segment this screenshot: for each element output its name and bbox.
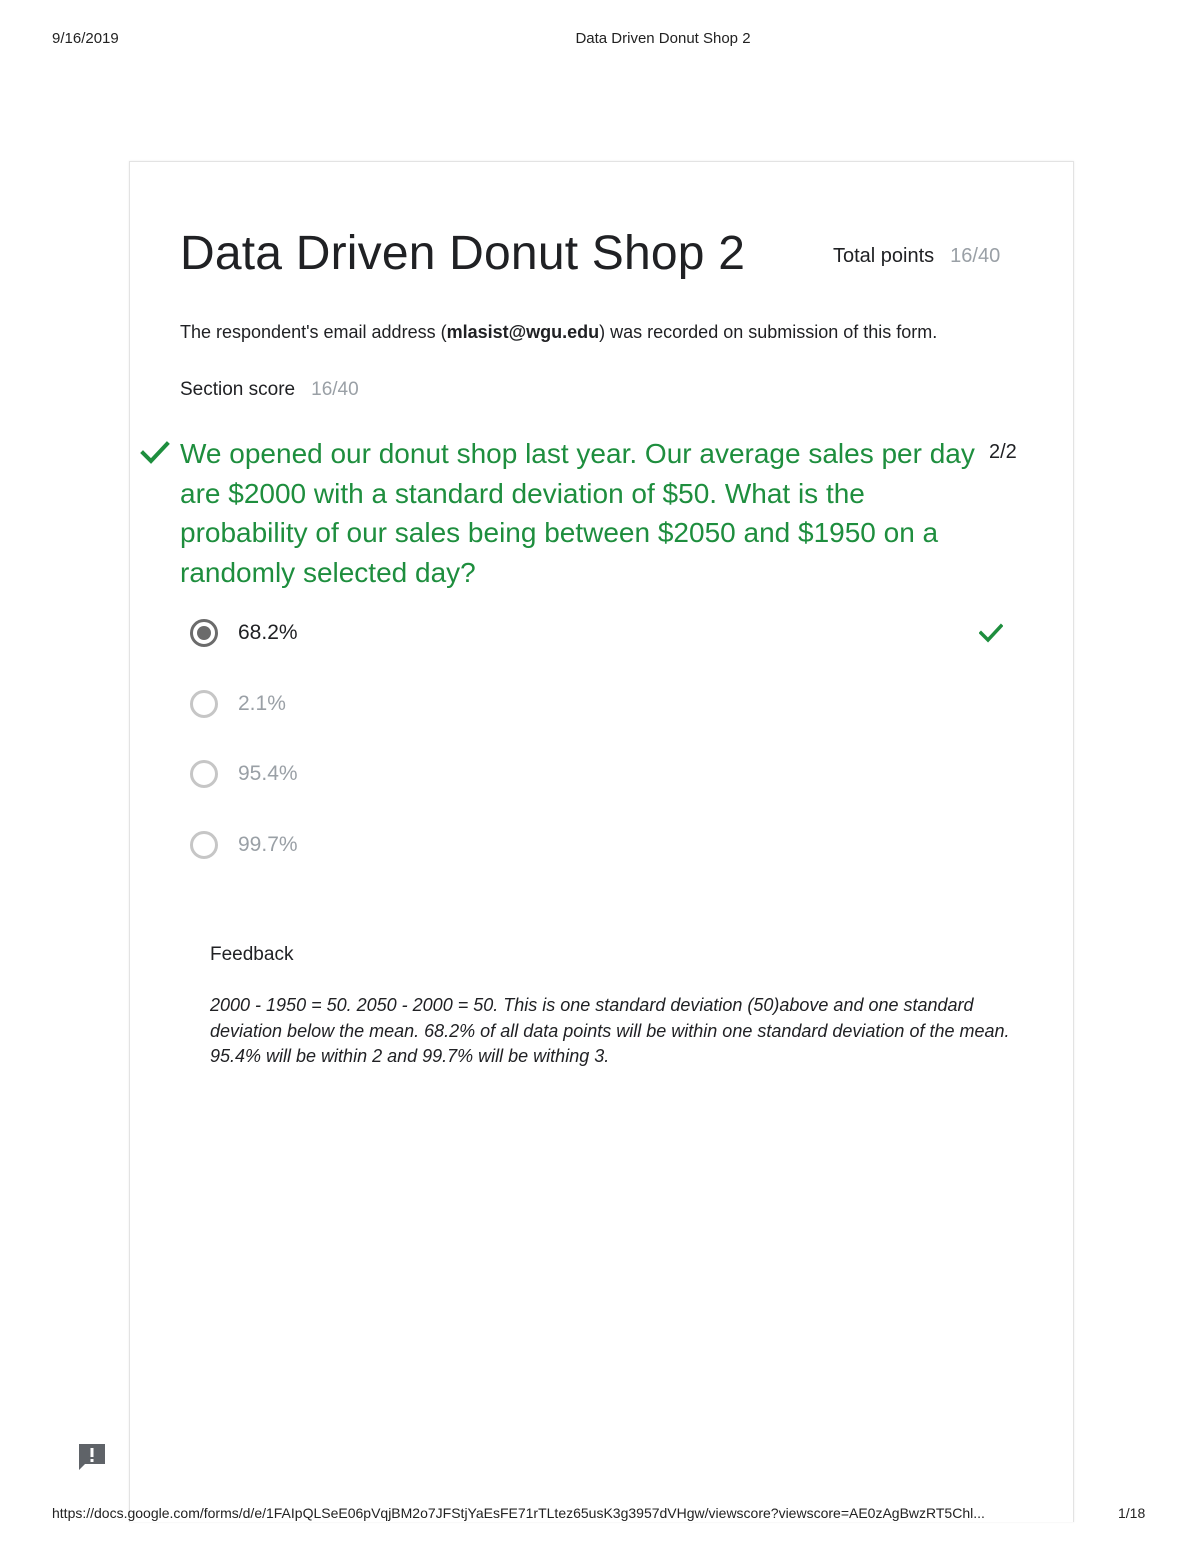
radio-button[interactable] xyxy=(190,760,218,788)
option-68-2[interactable]: 68.2% xyxy=(190,619,1020,653)
email-notice-prefix: The respondent's email address ( xyxy=(180,322,447,342)
total-points-label: Total points xyxy=(833,245,935,267)
report-issue-icon[interactable] xyxy=(76,1441,108,1473)
option-2-1[interactable]: 2.1% xyxy=(190,690,1020,724)
respondent-email: mlasist@wgu.edu xyxy=(446,322,600,342)
option-label: 68.2% xyxy=(238,621,298,644)
question-score: 2/2 xyxy=(989,441,1017,463)
question-text: We opened our donut shop last year. Our … xyxy=(180,438,975,588)
section-score-label: Section score xyxy=(180,379,296,400)
print-title: Data Driven Donut Shop 2 xyxy=(575,30,751,47)
radio-button[interactable] xyxy=(190,690,218,718)
option-99-7[interactable]: 99.7% xyxy=(190,831,1020,865)
option-95-4[interactable]: 95.4% xyxy=(190,760,1020,794)
form-title: Data Driven Donut Shop 2 xyxy=(180,227,746,280)
radio-button-selected[interactable] xyxy=(190,619,218,647)
email-notice: The respondent's email address (mlasist@… xyxy=(180,322,937,343)
total-points: Total points 16/40 xyxy=(833,245,1000,268)
check-icon xyxy=(979,623,1003,643)
option-label: 95.4% xyxy=(238,762,298,785)
section-score-value: 16/40 xyxy=(311,379,359,400)
feedback-title: Feedback xyxy=(210,944,294,965)
print-url: https://docs.google.com/forms/d/e/1FAIpQ… xyxy=(52,1505,985,1521)
feedback-text: 2000 - 1950 = 50. 2050 - 2000 = 50. This… xyxy=(210,995,1010,1066)
check-icon xyxy=(140,441,170,464)
total-points-value: 16/40 xyxy=(950,245,1001,267)
option-label: 2.1% xyxy=(238,692,286,715)
print-page-number: 1/18 xyxy=(1118,1505,1146,1521)
section-score: Section score 16/40 xyxy=(180,379,359,401)
email-notice-suffix: ) was recorded on submission of this for… xyxy=(599,322,938,342)
radio-button[interactable] xyxy=(190,831,218,859)
option-label: 99.7% xyxy=(238,833,298,856)
